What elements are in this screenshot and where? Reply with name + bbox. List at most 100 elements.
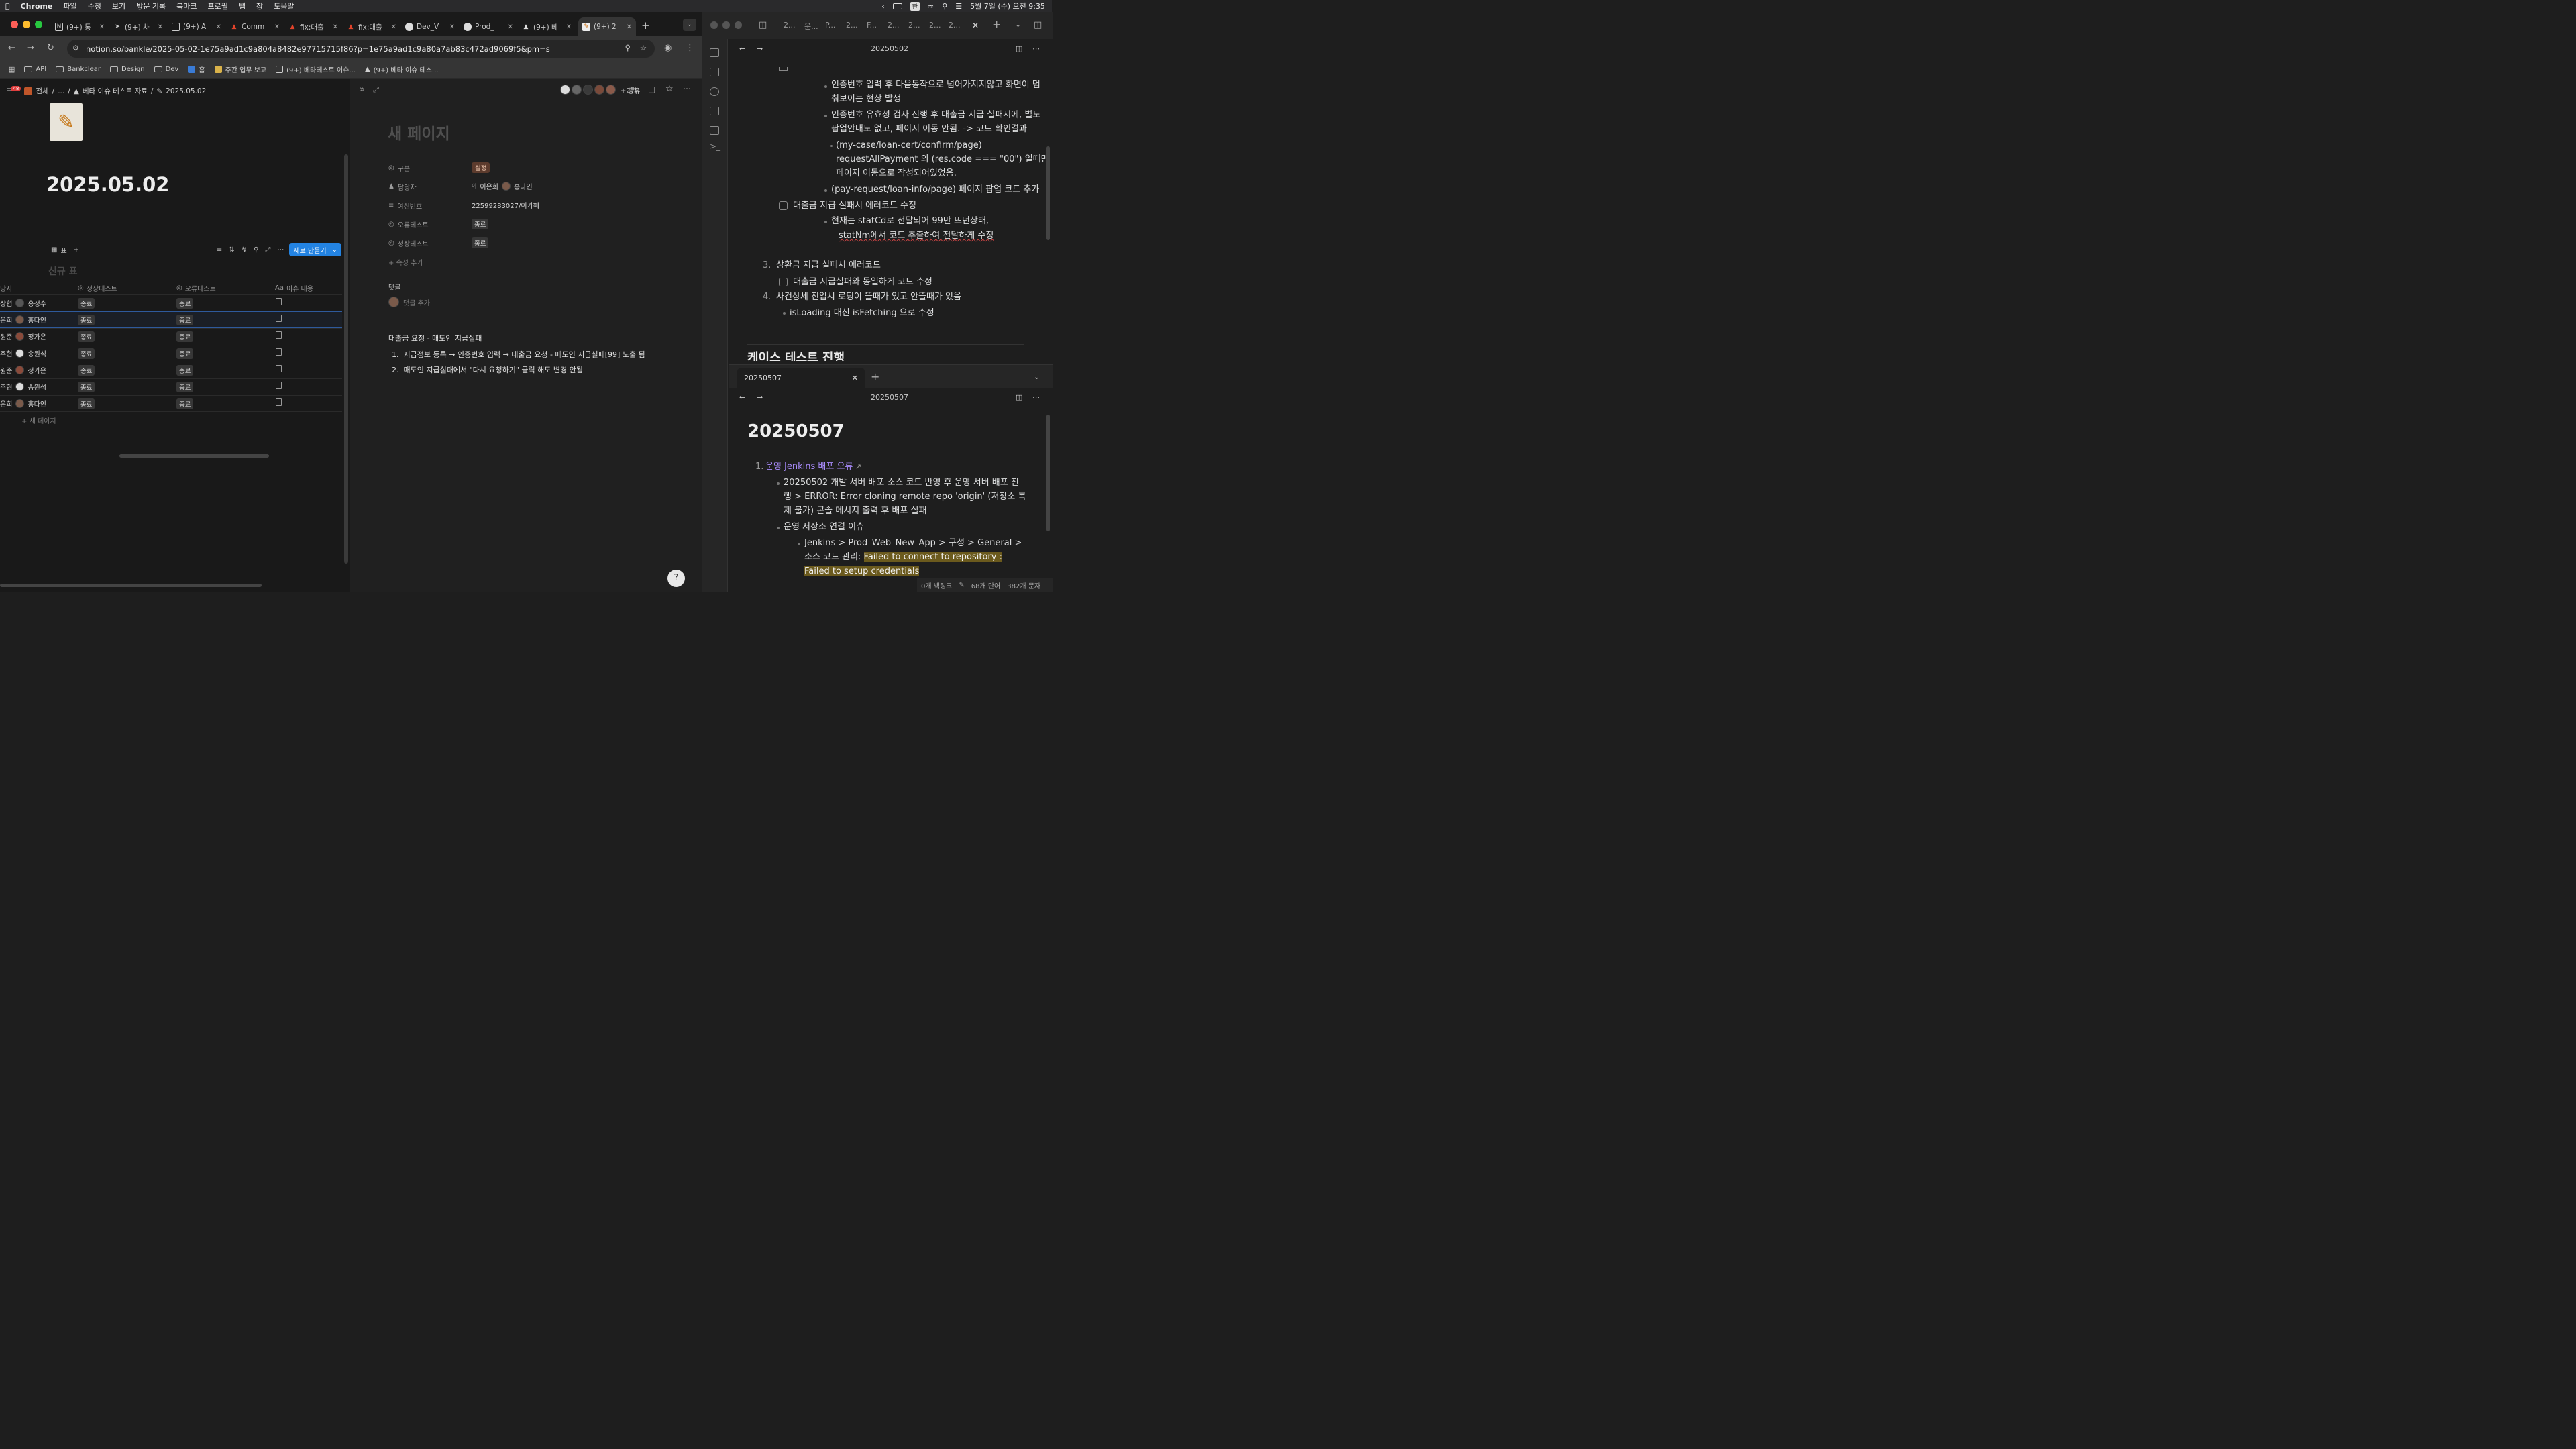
bookmark-folder[interactable]: Dev bbox=[154, 66, 178, 73]
checkbox[interactable] bbox=[779, 67, 788, 71]
search-icon[interactable]: ⚲ bbox=[254, 246, 258, 254]
view-tab-table[interactable]: 표 bbox=[60, 245, 66, 255]
document-icon[interactable] bbox=[276, 382, 282, 389]
filter-icon[interactable]: ≡ bbox=[217, 246, 222, 254]
page-title[interactable]: 2025.05.02 bbox=[46, 173, 169, 196]
body-heading[interactable]: 대출금 요청 - 매도인 지급실패 bbox=[388, 333, 482, 343]
tab-search-button[interactable]: ⌄ bbox=[683, 19, 696, 31]
status-pill[interactable]: 종료 bbox=[78, 398, 95, 409]
add-comment-input[interactable]: 댓글 추가 bbox=[388, 297, 430, 307]
table-row[interactable]: 은희 홍다인 종료 종료 bbox=[0, 395, 342, 412]
favorite-star-icon[interactable]: ☆ bbox=[665, 84, 674, 94]
close-icon[interactable]: ✕ bbox=[508, 23, 513, 31]
status-pill[interactable]: 종료 bbox=[472, 237, 489, 248]
note-title[interactable]: 20250502 bbox=[871, 44, 908, 53]
new-button[interactable]: 새로 만들기 ⌄ bbox=[289, 243, 341, 256]
menubar-clock[interactable]: 5월 7일 (수) 오전 9:35 bbox=[970, 1, 1045, 11]
property-row[interactable]: ◎ 구분 설정 bbox=[388, 162, 670, 174]
back-icon[interactable]: ← bbox=[739, 44, 745, 53]
control-center-icon[interactable]: ☰ bbox=[955, 2, 962, 11]
menu-file[interactable]: 파일 bbox=[58, 1, 82, 11]
status-pill[interactable]: 종료 bbox=[472, 219, 489, 229]
close-icon[interactable]: ✕ bbox=[972, 21, 979, 30]
menu-profiles[interactable]: 프로필 bbox=[203, 1, 233, 11]
browser-tab[interactable]: (9+) A ✕ bbox=[168, 17, 225, 36]
status-pill[interactable]: 종료 bbox=[176, 382, 194, 392]
obsidian-tab[interactable]: 2... bbox=[949, 21, 961, 30]
vertical-scrollbar[interactable] bbox=[1046, 146, 1050, 240]
peek-page-title[interactable]: 새 페이지 bbox=[388, 121, 450, 144]
add-view-icon[interactable]: + bbox=[74, 246, 79, 254]
back-icon[interactable]: ← bbox=[8, 43, 15, 53]
right-sidebar-icon[interactable]: ◫ bbox=[1034, 20, 1042, 30]
browser-tab[interactable]: ▲ (9+) 베 ✕ bbox=[518, 17, 576, 36]
table-row[interactable]: 원준 정가은 종료 종료 bbox=[0, 328, 342, 345]
table-row[interactable]: 주현 송원석 종료 종료 bbox=[0, 345, 342, 362]
checkbox[interactable] bbox=[779, 201, 788, 210]
graph-view-icon[interactable] bbox=[710, 87, 719, 96]
close-icon[interactable]: ✕ bbox=[566, 23, 572, 31]
reload-icon[interactable]: ↻ bbox=[47, 43, 54, 53]
breadcrumb-item[interactable]: 전체 bbox=[36, 86, 48, 96]
status-pill[interactable]: 종료 bbox=[176, 398, 194, 409]
address-bar[interactable]: ⚙ notion.so/bankle/2025-05-02-1e75a9ad1c… bbox=[67, 40, 655, 58]
reading-view-icon[interactable]: ◫ bbox=[1016, 44, 1022, 53]
column-header[interactable]: ◎ 정상테스트 bbox=[78, 282, 117, 293]
status-pill[interactable]: 종료 bbox=[176, 298, 194, 309]
list-item[interactable]: 2. 매도인 지급실패에서 "다시 요청하기" 클릭 해도 변경 안됨 bbox=[392, 364, 583, 375]
search-icon[interactable]: ⚲ bbox=[942, 2, 947, 11]
add-property-button[interactable]: + 속성 추가 bbox=[388, 257, 423, 267]
list-item[interactable]: 1. 지급정보 등록 → 인증번호 입력 → 대출금 요청 - 매도인 지급실패… bbox=[392, 349, 645, 360]
menu-view[interactable]: 보기 bbox=[107, 1, 131, 11]
property-row[interactable]: ≡ 여신번호 22599283027/이가혜 bbox=[388, 199, 670, 211]
menu-history[interactable]: 방문 기록 bbox=[131, 1, 171, 11]
column-header[interactable]: Aa 이슈 내용 bbox=[275, 282, 313, 293]
menubar-app-name[interactable]: Chrome bbox=[15, 2, 58, 11]
menu-bookmarks[interactable]: 북마크 bbox=[171, 1, 202, 11]
more-icon[interactable]: ⋯ bbox=[1032, 44, 1040, 53]
keyboard-icon[interactable] bbox=[892, 3, 902, 9]
table-row[interactable]: 상협 홍정수 종료 종료 bbox=[0, 294, 342, 311]
external-link[interactable]: 운영 Jenkins 배포 오류 ↗ bbox=[765, 460, 861, 474]
obsidian-tab[interactable]: 2... bbox=[846, 21, 858, 30]
file-explorer-icon[interactable] bbox=[710, 48, 719, 57]
browser-tab[interactable]: ▲ fix:대출 ✕ bbox=[343, 17, 400, 36]
terminal-icon[interactable]: >_ bbox=[710, 142, 720, 151]
comment-icon[interactable]: □ bbox=[648, 85, 655, 94]
zoom-icon[interactable]: ⚲ bbox=[625, 43, 631, 52]
table-row-selected[interactable]: 은희 홍다인 종료 종료 bbox=[0, 311, 342, 328]
obsidian-tab[interactable]: F... bbox=[867, 21, 877, 30]
canvas-icon[interactable] bbox=[710, 107, 719, 115]
calendar-icon[interactable] bbox=[710, 68, 719, 76]
category-pill[interactable]: 설정 bbox=[472, 162, 490, 173]
close-icon[interactable]: ✕ bbox=[852, 374, 858, 382]
window-horizontal-scrollbar[interactable] bbox=[0, 584, 262, 587]
forward-icon[interactable]: → bbox=[27, 43, 34, 53]
zoom-window-button[interactable] bbox=[35, 21, 42, 28]
new-tab-button[interactable]: + bbox=[641, 19, 650, 32]
bookmark-folder[interactable]: Design bbox=[110, 66, 145, 73]
menu-tab[interactable]: 탭 bbox=[233, 1, 251, 11]
expand-icon[interactable]: ⤢ bbox=[265, 246, 270, 254]
close-window-button[interactable] bbox=[710, 21, 718, 29]
note-title[interactable]: 20250507 bbox=[871, 393, 908, 402]
browser-tab[interactable]: Dev_V ✕ bbox=[401, 17, 459, 36]
close-icon[interactable]: ✕ bbox=[627, 23, 632, 31]
status-pill[interactable]: 종료 bbox=[78, 315, 95, 325]
page-icon-memo[interactable]: ✎ bbox=[50, 103, 83, 141]
expand-icon[interactable]: ⤢ bbox=[373, 85, 379, 95]
apple-icon[interactable]:  bbox=[0, 2, 15, 11]
obsidian-tab[interactable]: 2... bbox=[908, 21, 920, 30]
help-icon[interactable]: ? bbox=[667, 570, 685, 587]
more-menu-icon[interactable]: ⋮ bbox=[686, 43, 694, 53]
status-pill[interactable]: 종료 bbox=[176, 315, 194, 325]
reading-view-icon[interactable]: ◫ bbox=[1016, 393, 1022, 402]
share-button[interactable]: 공유 bbox=[628, 85, 640, 95]
obsidian-tab[interactable]: 2... bbox=[784, 21, 796, 30]
edit-mode-icon[interactable]: ✎ bbox=[959, 582, 964, 589]
obsidian-tab[interactable]: 2... bbox=[929, 21, 941, 30]
close-icon[interactable]: ✕ bbox=[216, 23, 221, 31]
document-icon[interactable] bbox=[276, 331, 282, 339]
chevron-left-icon[interactable]: ‹ bbox=[881, 2, 884, 11]
column-header[interactable]: 당자 bbox=[0, 282, 12, 293]
